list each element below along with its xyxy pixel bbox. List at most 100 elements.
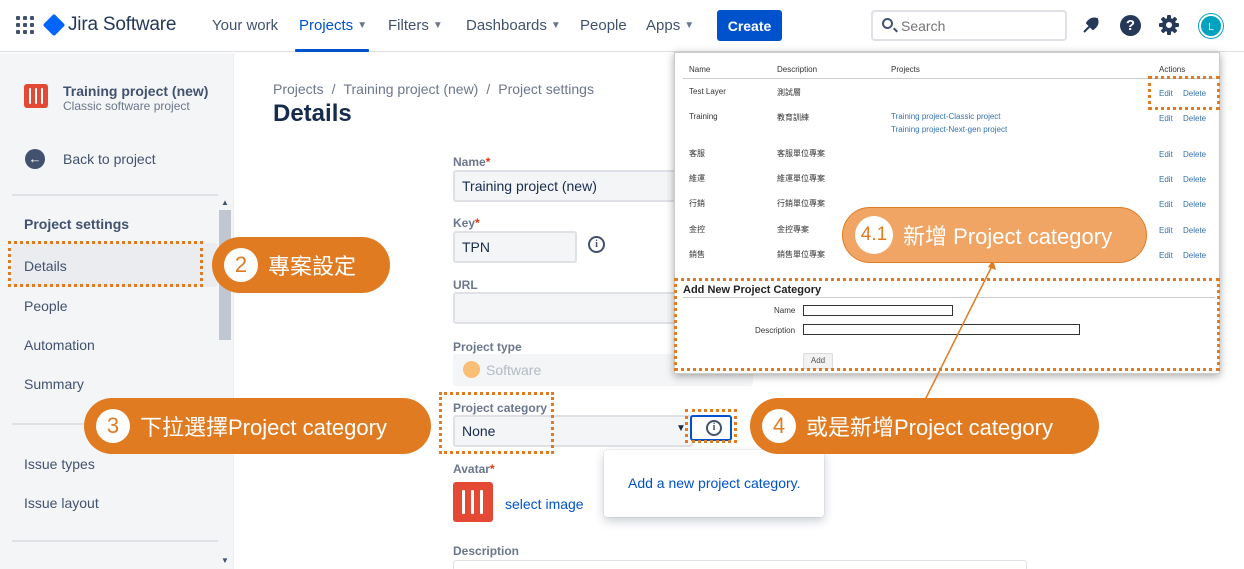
callout-text: 或是新增Project category: [806, 415, 1053, 440]
gear-icon[interactable]: [1158, 14, 1180, 36]
delete-link[interactable]: Delete: [1183, 251, 1206, 260]
nav-apps[interactable]: Apps ▼: [646, 17, 694, 34]
scroll-up-icon[interactable]: ▲: [221, 198, 229, 207]
key-field[interactable]: TPN: [453, 231, 577, 263]
callout-4: 4 或是新增Project category: [750, 398, 1099, 454]
breadcrumb-projects[interactable]: Projects: [273, 81, 324, 97]
logo-text: Jira Software: [68, 14, 177, 35]
delete-link[interactable]: Delete: [1183, 114, 1206, 123]
back-to-project-link[interactable]: Back to project: [63, 151, 156, 167]
sidebar: Training project (new) Classic software …: [0, 53, 234, 569]
callout-number: 4.1: [855, 216, 893, 254]
project-avatar: [453, 482, 493, 522]
col-header-description: Description: [777, 65, 818, 74]
row-name: 客服: [689, 149, 705, 158]
annotation-box-actions: [1148, 76, 1220, 110]
annotation-box-category: [439, 392, 554, 454]
name-label: Name*: [453, 155, 491, 169]
sidebar-divider: [12, 194, 218, 196]
col-header-actions: Actions: [1159, 65, 1186, 74]
project-name: Training project (new): [63, 83, 209, 99]
row-description: 維運單位專案: [777, 174, 825, 183]
description-label: Description: [453, 544, 520, 558]
user-avatar[interactable]: L: [1199, 14, 1223, 38]
active-nav-indicator: [295, 49, 369, 52]
project-link[interactable]: Training project-Next-gen project: [891, 125, 1007, 134]
jira-logo[interactable]: Jira Software: [42, 13, 177, 37]
delete-link[interactable]: Delete: [1183, 175, 1206, 184]
row-description: 客服單位專案: [777, 149, 825, 158]
edit-link[interactable]: Edit: [1159, 226, 1173, 235]
col-header-projects: Projects: [891, 65, 920, 74]
breadcrumb-project[interactable]: Training project (new): [343, 81, 478, 97]
help-icon[interactable]: ?: [1120, 15, 1141, 36]
delete-link[interactable]: Delete: [1183, 226, 1206, 235]
nav-label: Dashboards: [466, 17, 547, 34]
callout-text: 下拉選擇Project category: [140, 415, 387, 440]
edit-link[interactable]: Edit: [1159, 251, 1173, 260]
callout-number: 2: [224, 248, 258, 282]
row-description: 教育訓練: [777, 113, 809, 122]
scroll-down-icon[interactable]: ▼: [221, 556, 229, 565]
edit-link[interactable]: Edit: [1159, 200, 1173, 209]
chevron-down-icon: ▼: [432, 20, 443, 31]
col-header-name: Name: [689, 65, 711, 74]
project-type-label: Project type: [453, 340, 522, 354]
url-label: URL: [453, 278, 478, 292]
nav-your-work[interactable]: Your work: [212, 17, 278, 34]
page-title: Details: [273, 100, 352, 127]
avatar-label: Avatar*: [453, 462, 495, 476]
chevron-down-icon: ▼: [684, 20, 695, 31]
label-text: Key: [453, 216, 476, 230]
breadcrumb: Projects / Training project (new) / Project …: [273, 81, 594, 97]
app-switcher-icon[interactable]: [16, 16, 34, 34]
info-icon[interactable]: i: [588, 236, 605, 253]
top-navigation: Jira Software Your work Projects ▼ Filter…: [0, 0, 1244, 52]
label-text: Name: [453, 155, 486, 169]
row-name: Test Layer: [689, 87, 726, 96]
notifications-icon[interactable]: [1081, 15, 1101, 35]
search-input[interactable]: [901, 15, 1061, 37]
callout-text: 新增 Project category: [903, 224, 1113, 249]
sidebar-item-people[interactable]: People: [24, 298, 68, 314]
nav-filters[interactable]: Filters ▼: [388, 17, 443, 34]
callout-3: 3 下拉選擇Project category: [84, 398, 431, 454]
callout-4-1: 4.1 新增 Project category: [842, 207, 1147, 263]
description-editor[interactable]: [453, 560, 1027, 569]
delete-link[interactable]: Delete: [1183, 200, 1206, 209]
row-name: 金控: [689, 225, 705, 234]
project-type-value: Software: [486, 362, 542, 378]
table-divider: [683, 78, 1215, 79]
create-button[interactable]: Create: [717, 10, 782, 41]
row-description: 測試層: [777, 88, 801, 97]
arrow-left-icon[interactable]: ←: [25, 149, 45, 169]
chevron-down-icon: ▼: [550, 20, 561, 31]
key-value: TPN: [462, 239, 490, 255]
sidebar-item-issue-types[interactable]: Issue types: [24, 456, 95, 472]
edit-link[interactable]: Edit: [1159, 175, 1173, 184]
project-icon: [24, 84, 48, 108]
breadcrumb-settings[interactable]: Project settings: [498, 81, 594, 97]
row-name: 銷售: [689, 250, 705, 259]
callout-number: 4: [762, 409, 796, 443]
nav-people[interactable]: People: [580, 17, 627, 34]
sidebar-item-summary[interactable]: Summary: [24, 376, 84, 392]
nav-dashboards[interactable]: Dashboards ▼: [466, 17, 561, 34]
callout-number: 3: [96, 409, 130, 443]
nav-projects[interactable]: Projects ▼: [299, 17, 367, 34]
name-value: Training project (new): [462, 178, 597, 194]
row-description: 金控專案: [777, 225, 809, 234]
edit-link[interactable]: Edit: [1159, 150, 1173, 159]
sidebar-item-issue-layout[interactable]: Issue layout: [24, 495, 99, 511]
search-box[interactable]: [871, 10, 1067, 41]
select-image-link[interactable]: select image: [505, 496, 584, 512]
edit-link[interactable]: Edit: [1159, 114, 1173, 123]
sidebar-item-automation[interactable]: Automation: [24, 337, 95, 353]
project-link[interactable]: Training project-Classic project: [891, 112, 1001, 121]
delete-link[interactable]: Delete: [1183, 150, 1206, 159]
row-name: 維運: [689, 174, 705, 183]
chevron-down-icon: ▼: [357, 20, 368, 31]
search-icon: [882, 18, 893, 29]
add-category-link[interactable]: Add a new project category.: [628, 475, 801, 491]
callout-2: 2 專案設定: [212, 237, 390, 293]
